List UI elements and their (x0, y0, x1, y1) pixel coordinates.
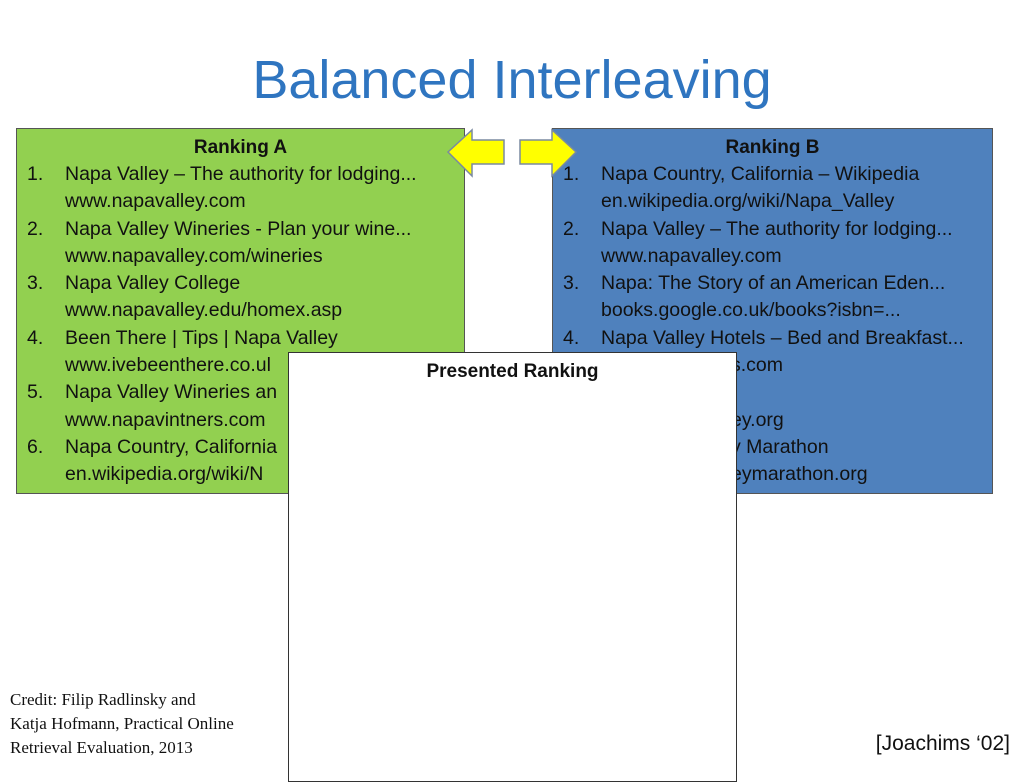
item-title: Napa Valley Wineries an (65, 381, 278, 404)
credit-line: Credit: Filip Radlinsky and (10, 690, 196, 709)
list-item-url: www.napavalley.com (553, 243, 992, 270)
ranking-b-heading: Ranking B (725, 137, 820, 158)
list-item: 2. Napa Valley Wineries - Plan your wine.… (17, 216, 464, 243)
arrow-left-icon (446, 128, 505, 178)
arrow-right-icon (519, 128, 578, 178)
list-item-url: www.napavalley.edu/homex.asp (17, 297, 464, 324)
item-number: 5. (27, 381, 44, 404)
item-title: Napa Valley – The authority for lodging.… (601, 217, 953, 240)
list-item-url: en.wikipedia.org/wiki/Napa_Valley (553, 188, 992, 215)
list-item-url: www.napavalley.com (17, 188, 464, 215)
item-title: Been There | Tips | Napa Valley (65, 326, 338, 349)
item-number: 6. (27, 435, 44, 458)
presented-ranking-heading: Presented Ranking (426, 361, 599, 382)
item-number: 4. (27, 326, 44, 349)
item-url: www.napavalley.com/wineries (65, 244, 323, 267)
list-item: 3. Napa Valley College (17, 270, 464, 297)
item-title: Napa Valley – The authority for lodging.… (65, 163, 417, 185)
credit-text: Credit: Filip Radlinsky and Katja Hofman… (10, 688, 234, 760)
list-item: 2. Napa Valley – The authority for lodgin… (553, 216, 992, 243)
item-number: 3. (563, 272, 580, 295)
item-url: s.com (731, 354, 784, 377)
list-item: 1. Napa Country, California – Wikipedia (553, 161, 992, 188)
item-title: Napa Valley Wineries - Plan your wine... (65, 217, 412, 240)
item-url: ey.org (731, 408, 784, 431)
list-item-url: www.napavalley.com/wineries (17, 243, 464, 270)
item-title: Napa Country, California – Wikipedia (601, 163, 920, 185)
item-url: www.napavintners.com (65, 408, 266, 431)
item-number: 4. (563, 326, 580, 349)
list-item: 4. Been There | Tips | Napa Valley (17, 325, 464, 352)
item-url: eymarathon.org (731, 463, 868, 486)
list-item-url: books.google.co.uk/books?isbn=... (553, 297, 992, 324)
ranking-a-heading: Ranking A (193, 137, 288, 158)
item-number: 1. (27, 163, 44, 185)
credit-line: Katja Hofmann, Practical Online (10, 714, 234, 733)
item-title: Napa: The Story of an American Eden... (601, 272, 946, 295)
list-item: 3. Napa: The Story of an American Eden... (553, 270, 992, 297)
item-url: www.napavalley.edu/homex.asp (65, 299, 343, 322)
presented-ranking-panel: Presented Ranking (288, 352, 737, 782)
item-title: Napa Valley College (65, 272, 241, 295)
item-title: Napa Valley Hotels – Bed and Breakfast..… (601, 326, 964, 349)
item-url: books.google.co.uk/books?isbn=... (601, 299, 901, 322)
list-item: 4. Napa Valley Hotels – Bed and Breakfast… (553, 325, 992, 352)
citation: [Joachims ‘02] (875, 732, 1010, 755)
item-number: 2. (27, 217, 44, 240)
item-title: Napa Country, California (65, 435, 278, 458)
item-number: 2. (563, 217, 580, 240)
item-title: y Marathon (731, 435, 829, 458)
item-url: www.ivebeenthere.co.ul (65, 354, 271, 377)
list-item: 1. Napa Valley – The authority for lodgin… (17, 161, 464, 188)
slide-title: Balanced Interleaving (252, 50, 772, 110)
credit-line: Retrieval Evaluation, 2013 (10, 738, 193, 757)
item-url: en.wikipedia.org/wiki/Napa_Valley (601, 190, 895, 213)
item-url: www.napavalley.com (601, 244, 782, 267)
item-number: 3. (27, 272, 44, 295)
item-url: en.wikipedia.org/wiki/N (65, 463, 264, 486)
item-url: www.napavalley.com (65, 190, 246, 213)
